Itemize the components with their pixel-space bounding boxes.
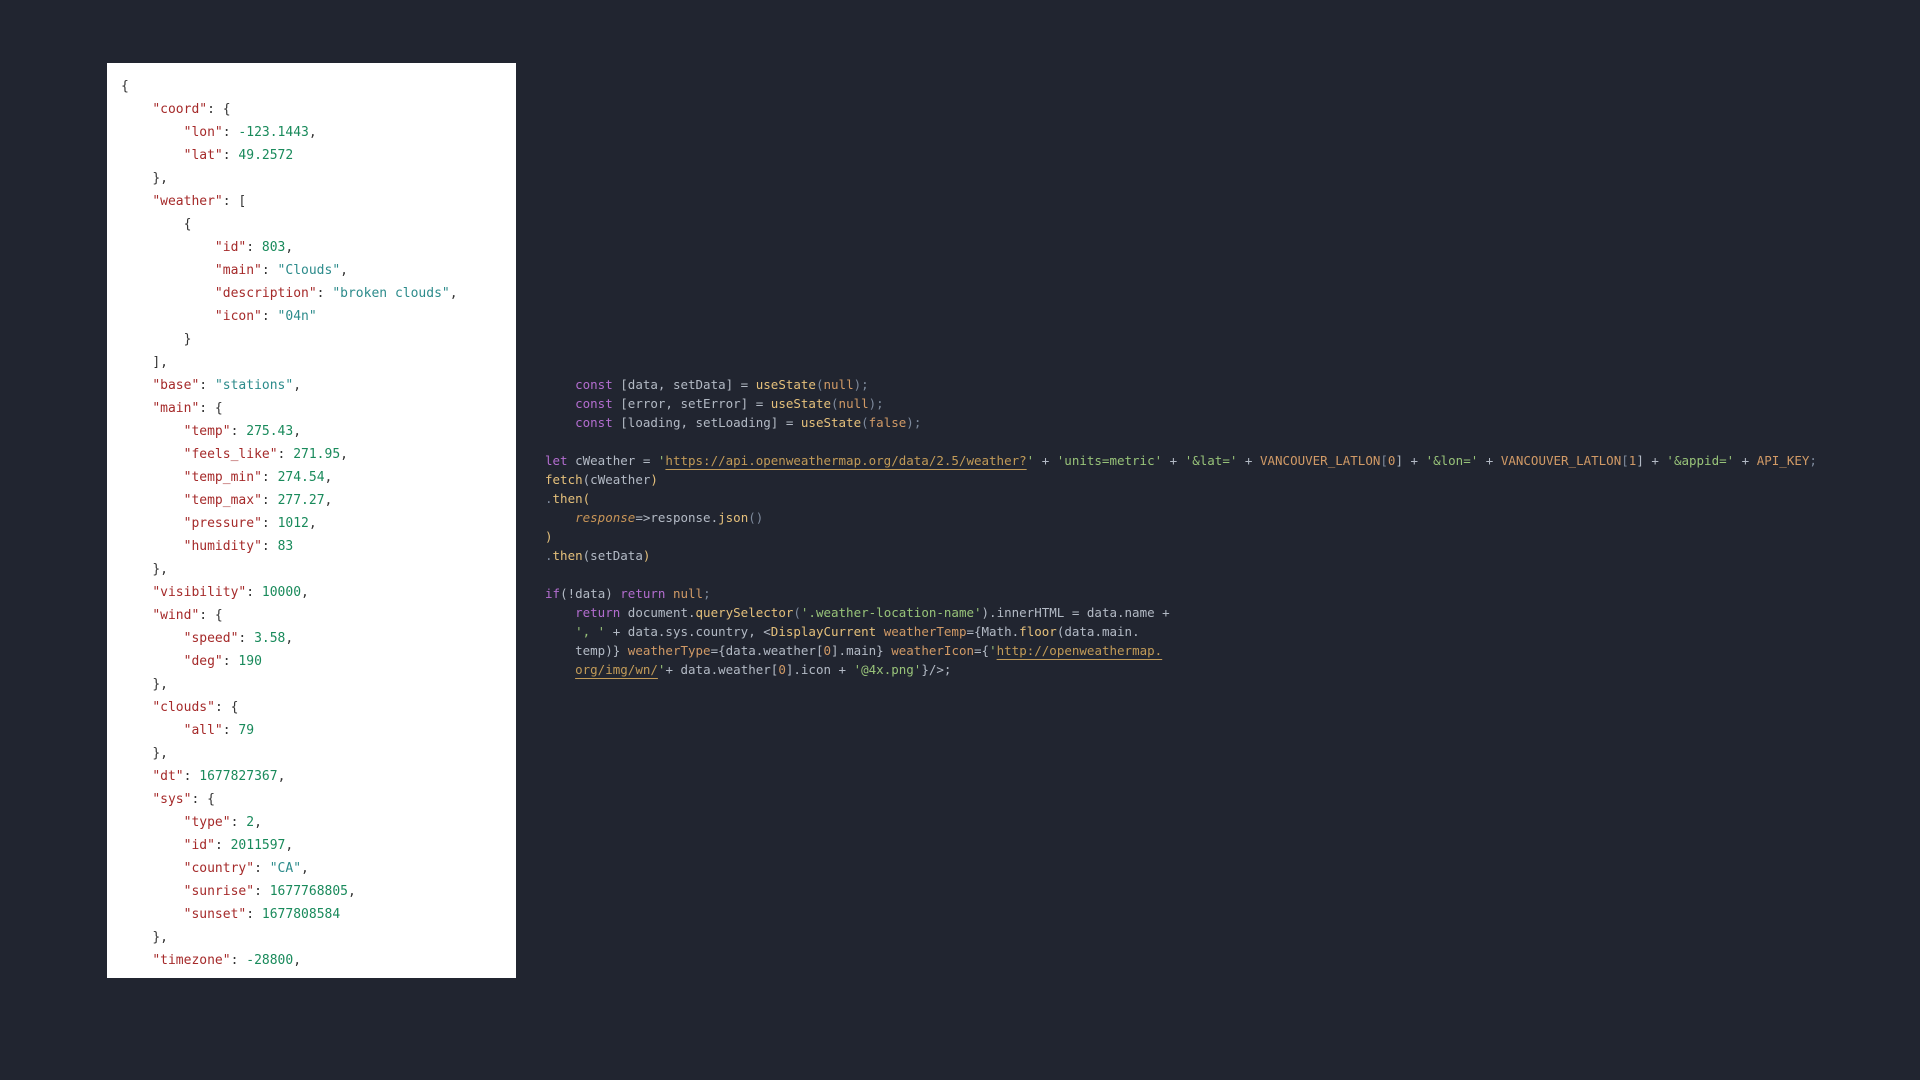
json-content[interactable]: { "coord": { "lon": -123.1443, "lat": 49… <box>121 75 508 972</box>
json-response-panel: { "coord": { "lon": -123.1443, "lat": 49… <box>107 63 516 978</box>
code-content[interactable]: const [data, setData] = useState(null); … <box>545 375 1865 679</box>
code-editor-panel: const [data, setData] = useState(null); … <box>545 375 1865 679</box>
